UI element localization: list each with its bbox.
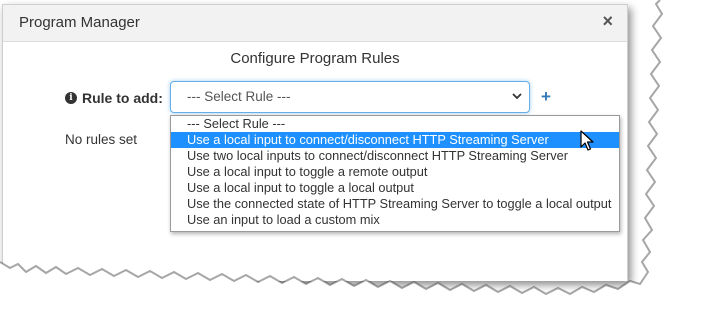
info-icon: i (65, 92, 77, 104)
dropdown-option[interactable]: --- Select Rule --- (171, 116, 619, 132)
rule-select[interactable]: --- Select Rule --- (170, 81, 530, 113)
dropdown-option[interactable]: Use the connected state of HTTP Streamin… (171, 196, 619, 212)
chevron-down-icon (512, 93, 522, 100)
dialog-header: Program Manager × (3, 5, 627, 42)
dropdown-option[interactable]: Use a local input to toggle a local outp… (171, 180, 619, 196)
mouse-pointer-icon (580, 130, 594, 151)
dropdown-option[interactable]: Use two local inputs to connect/disconne… (171, 148, 619, 164)
dropdown-option-highlighted[interactable]: Use a local input to connect/disconnect … (171, 132, 619, 148)
rule-to-add-label: i Rule to add: (65, 90, 163, 106)
empty-rules-message: No rules set (65, 132, 138, 147)
section-title: Configure Program Rules (230, 50, 400, 67)
program-manager-dialog: Program Manager × Configure Program Rule… (2, 4, 628, 281)
dropdown-option[interactable]: Use an input to load a custom mix (171, 212, 619, 228)
dialog-title: Program Manager (19, 14, 140, 31)
rule-dropdown-list: --- Select Rule --- Use a local input to… (170, 115, 620, 232)
add-rule-button[interactable]: + (541, 88, 551, 105)
close-icon[interactable]: × (602, 12, 613, 30)
dropdown-option[interactable]: Use a local input to toggle a remote out… (171, 164, 619, 180)
rule-select-value: --- Select Rule --- (187, 89, 291, 104)
rule-label-text: Rule to add: (82, 90, 163, 106)
